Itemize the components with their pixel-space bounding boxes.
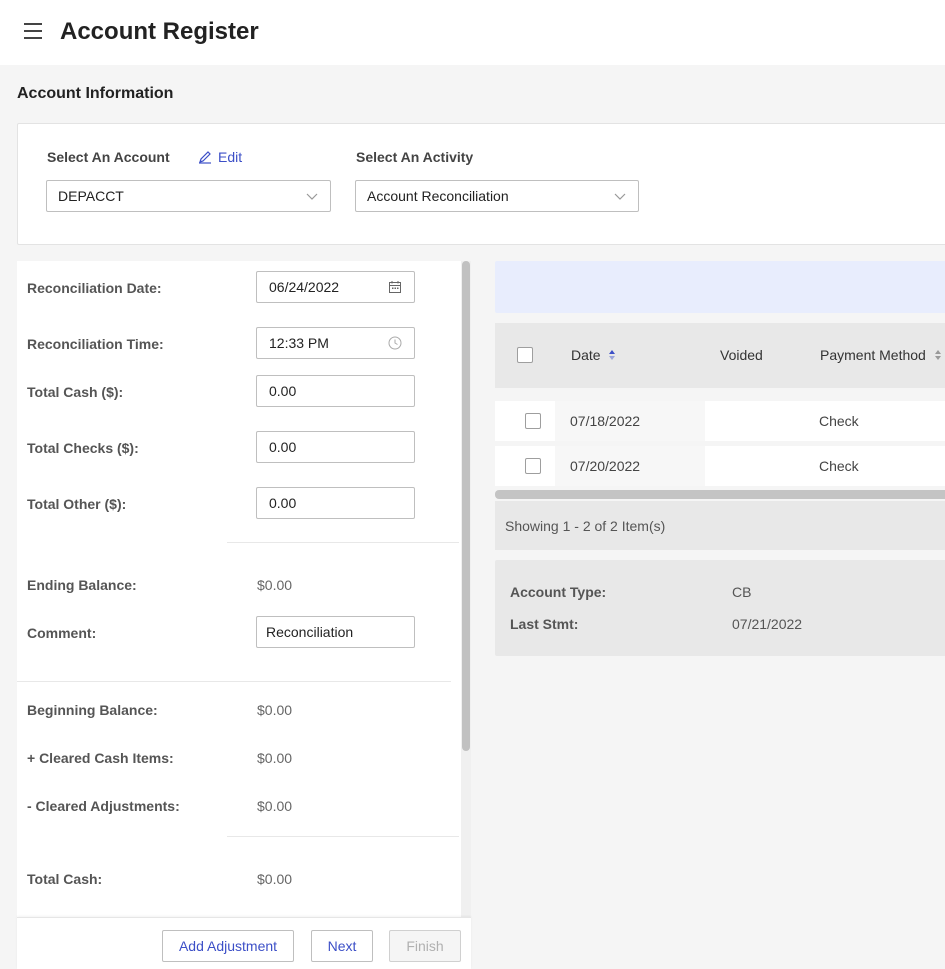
activity-select[interactable]: Account Reconciliation [355,180,639,212]
total-other-label: Total Other ($): [27,496,127,512]
comment-input[interactable]: Reconciliation [256,616,415,648]
total-cash-label: Total Cash: [27,871,103,887]
menu-icon[interactable] [24,23,42,39]
divider [227,542,459,543]
divider [17,681,451,682]
payment-method-cell: Check [819,458,859,474]
total-cash-input[interactable]: 0.00 [256,375,415,407]
action-bar: Add Adjustment Next Finish [17,917,471,969]
grid-pager-info: Showing 1 - 2 of 2 Item(s) [495,501,945,550]
select-all-checkbox[interactable] [517,347,533,363]
activity-select-value: Account Reconciliation [367,188,509,204]
page-title: Account Register [60,18,259,45]
pencil-icon [199,151,211,164]
recon-time-input[interactable]: 12:33 PM [256,327,415,359]
recon-time-value: 12:33 PM [269,335,329,351]
account-info-card: Select An Account Edit DEPACCT Select An… [17,123,945,245]
account-select[interactable]: DEPACCT [46,180,331,212]
scrollbar-thumb[interactable] [462,261,470,751]
cleared-adjustments-value: $0.00 [257,798,293,814]
row-checkbox[interactable] [525,413,541,429]
last-stmt-value: 07/21/2022 [732,616,803,632]
total-cash-input-label: Total Cash ($): [27,384,124,400]
select-activity-label: Select An Activity [356,149,474,165]
cleared-cash-label: + Cleared Cash Items: [27,750,174,766]
sort-icon[interactable] [608,349,616,361]
add-adjustment-button[interactable]: Add Adjustment [162,930,294,962]
total-cash-value: $0.00 [257,871,293,887]
select-account-label: Select An Account [47,149,170,165]
comment-label: Comment: [27,625,97,641]
clock-icon[interactable] [388,336,402,350]
date-cell: 07/20/2022 [555,446,705,486]
grid-horizontal-scrollbar[interactable] [495,490,945,499]
cleared-adjustments-label: - Cleared Adjustments: [27,798,180,814]
last-stmt-label: Last Stmt: [510,616,579,632]
divider [227,836,459,837]
row-checkbox[interactable] [525,458,541,474]
sort-icon[interactable] [934,349,942,361]
table-row[interactable]: 07/18/2022 Check [495,401,945,441]
panel-scrollbar[interactable] [461,261,471,917]
finish-button: Finish [389,930,461,962]
recon-date-value: 06/24/2022 [269,279,340,295]
section-title: Account Information [17,85,174,102]
total-other-value: 0.00 [269,495,297,511]
recon-time-label: Reconciliation Time: [27,336,164,352]
account-select-value: DEPACCT [58,188,124,204]
total-other-input[interactable]: 0.00 [256,487,415,519]
reconciliation-panel: Reconciliation Date: 06/24/2022 Reconcil… [17,261,461,917]
grid-header: Date Voided Payment Method [495,323,945,388]
account-details-box: Account Type: CB Last Stmt: 07/21/2022 [495,560,945,656]
table-row[interactable]: 07/20/2022 Check [495,446,945,486]
top-bar: Account Register [0,0,945,65]
date-cell: 07/18/2022 [555,401,705,441]
total-checks-value: 0.00 [269,439,297,455]
comment-value: Reconciliation [266,624,354,640]
next-button[interactable]: Next [311,930,373,962]
chevron-down-icon [614,193,626,200]
total-cash-input-value: 0.00 [269,383,297,399]
beginning-balance-value: $0.00 [257,702,293,718]
account-type-label: Account Type: [510,584,607,600]
calendar-icon[interactable] [388,280,402,294]
column-header-payment-method[interactable]: Payment Method [820,347,926,363]
edit-account-link[interactable]: Edit [198,149,242,165]
recon-date-input[interactable]: 06/24/2022 [256,271,415,303]
account-type-value: CB [732,584,752,600]
column-header-voided[interactable]: Voided [720,347,763,363]
ending-balance-value: $0.00 [257,577,293,593]
total-checks-label: Total Checks ($): [27,440,139,456]
beginning-balance-label: Beginning Balance: [27,702,158,718]
payment-method-cell: Check [819,413,859,429]
chevron-down-icon [306,193,318,200]
column-header-date[interactable]: Date [571,347,601,363]
total-checks-input[interactable]: 0.00 [256,431,415,463]
info-banner [495,261,945,313]
edit-label: Edit [218,149,243,165]
recon-date-label: Reconciliation Date: [27,280,162,296]
cleared-cash-value: $0.00 [257,750,293,766]
ending-balance-label: Ending Balance: [27,577,137,593]
